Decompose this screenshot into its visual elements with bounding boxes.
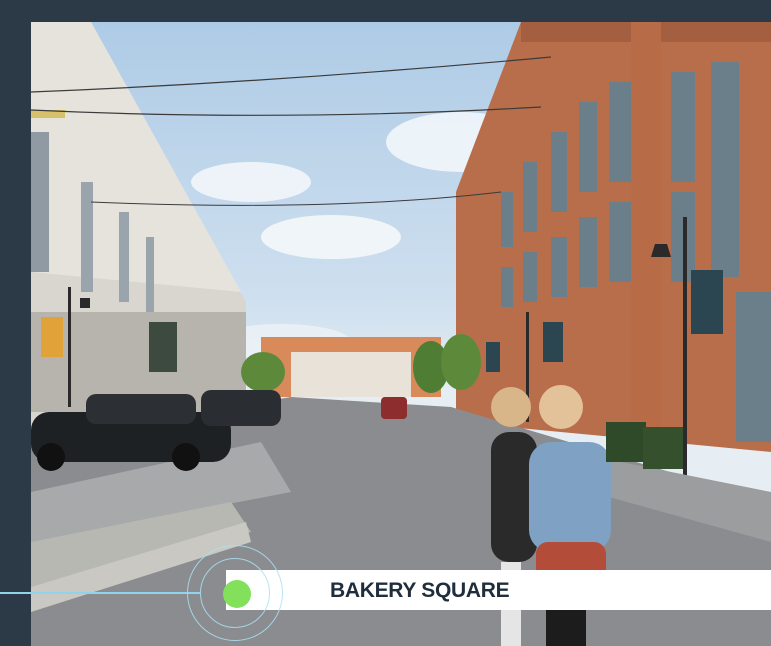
location-label: BAKERY SQUARE — [330, 579, 510, 602]
location-dot-icon[interactable] — [223, 580, 251, 608]
location-label-bar[interactable]: BAKERY SQUARE — [226, 570, 771, 610]
connector-line — [0, 592, 200, 594]
street-scene-illustration — [31, 22, 771, 646]
street-photo — [31, 22, 771, 646]
